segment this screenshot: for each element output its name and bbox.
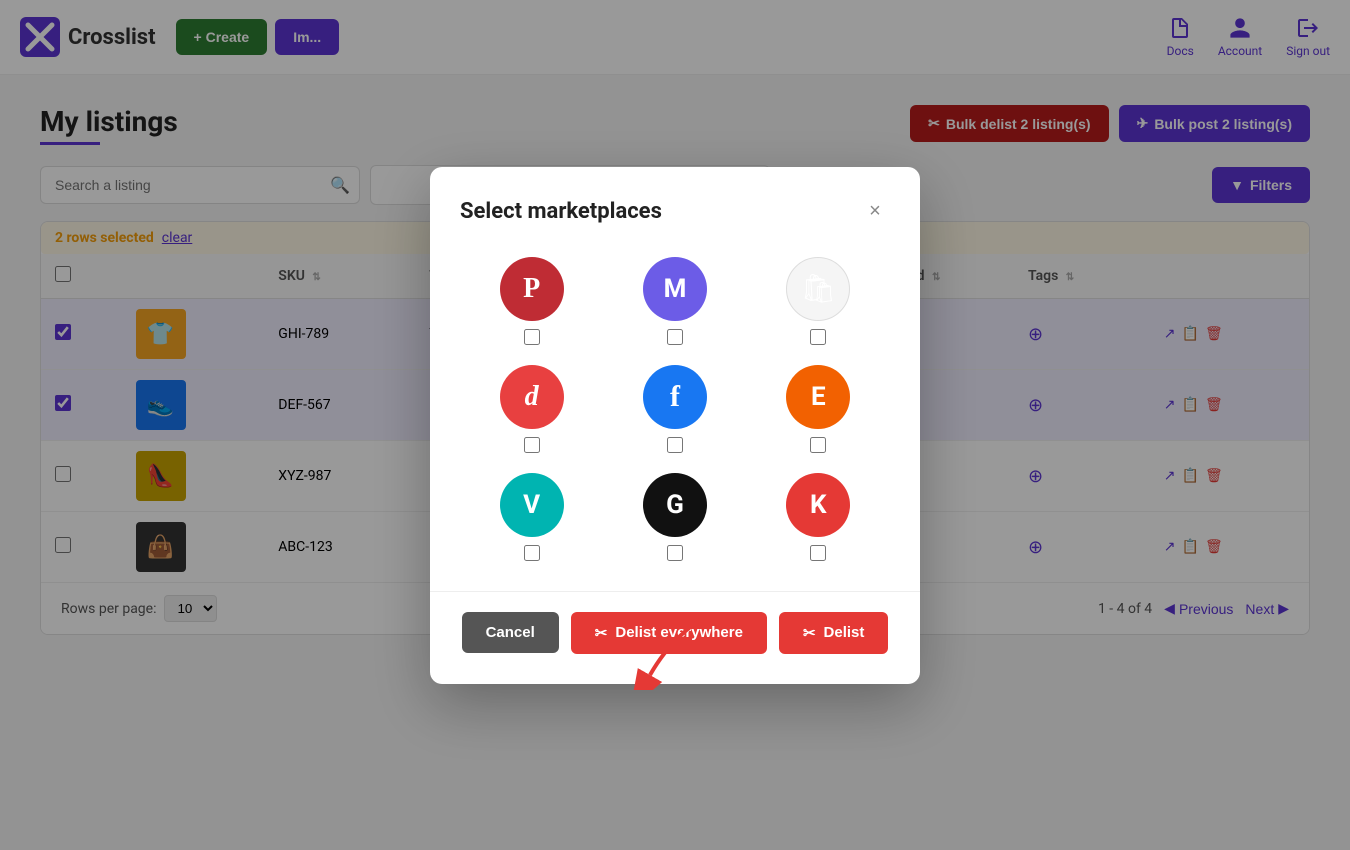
etsy-logo: E: [786, 365, 850, 429]
google shopping-checkbox[interactable]: [810, 329, 826, 345]
marketplace-item-mercari: M: [603, 257, 746, 345]
marketplace-item-poshmark: P: [460, 257, 603, 345]
marketplace-item-kidizen: K: [747, 473, 890, 561]
delist-icon-2: ✂: [803, 624, 816, 642]
mercari-logo: M: [643, 257, 707, 321]
modal-close-button[interactable]: ×: [860, 197, 890, 227]
depop-checkbox[interactable]: [524, 437, 540, 453]
mercari-checkbox[interactable]: [667, 329, 683, 345]
marketplace-item-facebook: f: [603, 365, 746, 453]
poshmark-logo: P: [500, 257, 564, 321]
marketplace-grid: P M 🛍 d f E V G K: [460, 257, 890, 561]
modal-header: Select marketplaces ×: [460, 197, 890, 227]
delist-button[interactable]: ✂ Delist: [779, 612, 888, 654]
kidizen-logo: K: [786, 473, 850, 537]
etsy-checkbox[interactable]: [810, 437, 826, 453]
kidizen-checkbox[interactable]: [810, 545, 826, 561]
facebook-logo: f: [643, 365, 707, 429]
grailed-checkbox[interactable]: [667, 545, 683, 561]
marketplace-item-google-shopping: 🛍: [747, 257, 890, 345]
google shopping-logo: 🛍: [786, 257, 850, 321]
marketplace-item-depop: d: [460, 365, 603, 453]
facebook-checkbox[interactable]: [667, 437, 683, 453]
poshmark-checkbox[interactable]: [524, 329, 540, 345]
modal-title: Select marketplaces: [460, 199, 662, 224]
modal-overlay[interactable]: Select marketplaces × P M 🛍 d f E V G K …: [0, 0, 1350, 850]
modal-divider: [430, 591, 920, 592]
marketplace-item-etsy: E: [747, 365, 890, 453]
modal: Select marketplaces × P M 🛍 d f E V G K …: [430, 167, 920, 684]
vestiaire-checkbox[interactable]: [524, 545, 540, 561]
depop-logo: d: [500, 365, 564, 429]
delist-everywhere-button[interactable]: ✂ Delist everywhere: [571, 612, 767, 654]
modal-footer: Cancel ✂ Delist everywhere ✂ Delist: [460, 612, 890, 654]
scissors-icon: ✂: [595, 624, 608, 642]
grailed-logo: G: [643, 473, 707, 537]
marketplace-item-grailed: G: [603, 473, 746, 561]
marketplace-item-vestiaire: V: [460, 473, 603, 561]
cancel-button[interactable]: Cancel: [462, 612, 559, 653]
vestiaire-logo: V: [500, 473, 564, 537]
